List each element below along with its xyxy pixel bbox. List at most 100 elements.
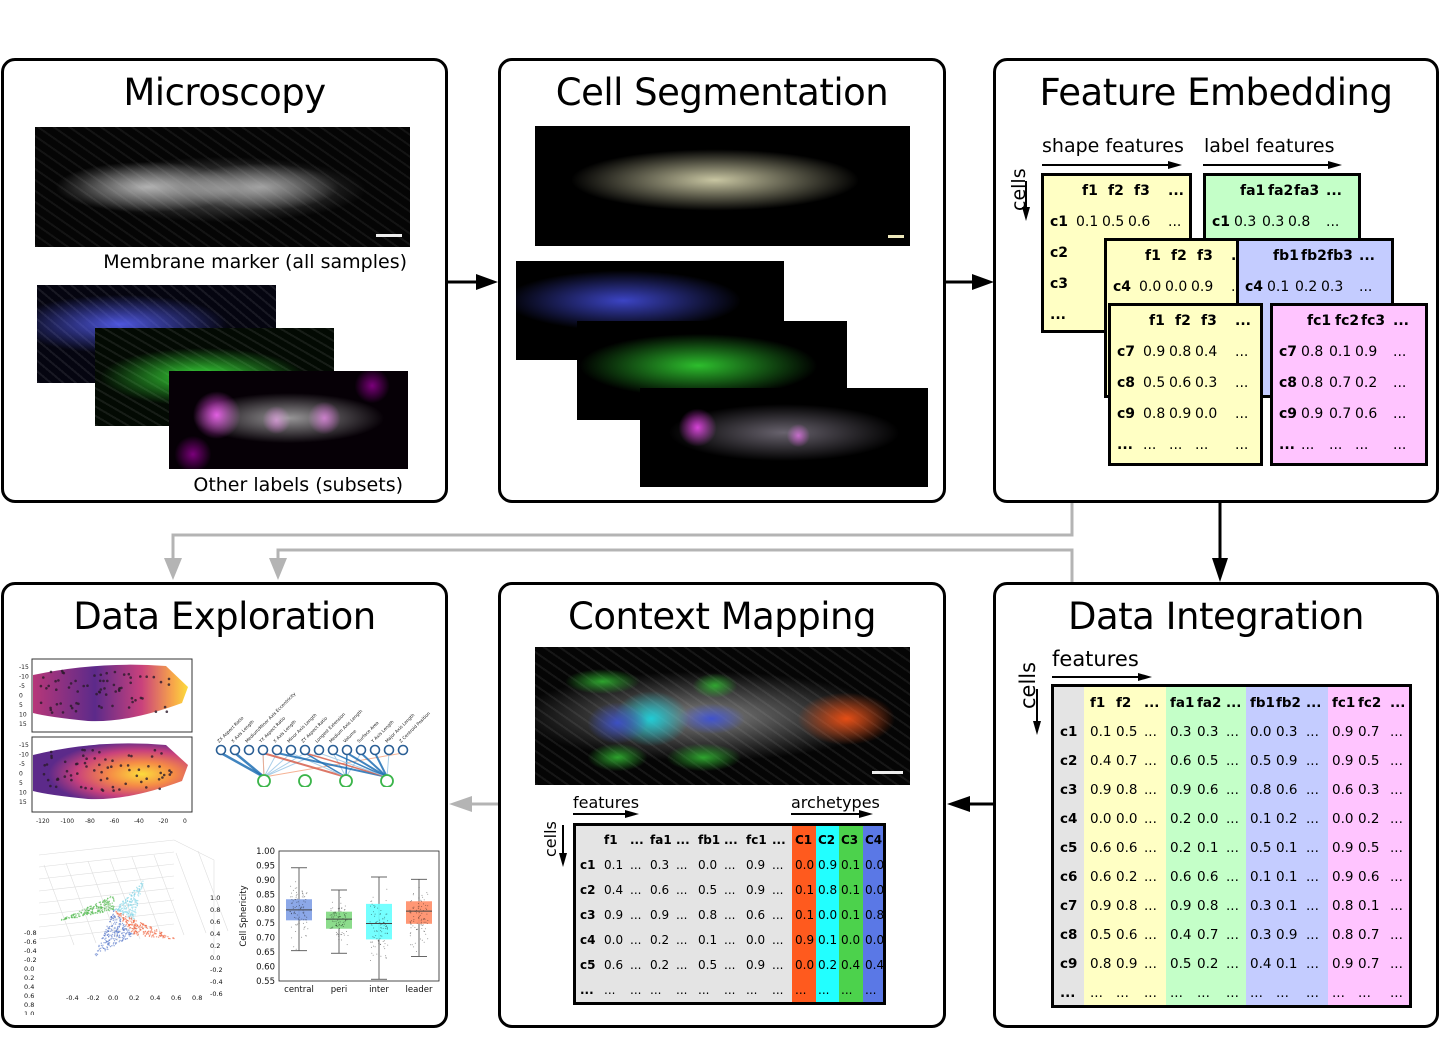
cell-dot — [100, 706, 103, 709]
scatter-point-cyan — [131, 906, 134, 908]
jitter-point — [371, 924, 373, 926]
jitter-point — [330, 908, 332, 909]
scatter-point-red — [145, 927, 147, 929]
z-tick-label: -0.6 — [210, 990, 223, 998]
scatter-point-green — [80, 912, 83, 914]
feature-node — [397, 744, 409, 756]
table-cell: 0.6 — [1090, 840, 1112, 856]
z-tick-label: 1.0 — [210, 894, 220, 902]
scatter-point-cyan — [125, 901, 127, 904]
jitter-point — [369, 921, 371, 923]
scatter-point-cyan — [135, 906, 137, 908]
jitter-point — [294, 913, 296, 915]
jitter-point — [338, 913, 340, 915]
jitter-point — [376, 953, 378, 955]
scatter-point-green — [100, 903, 102, 906]
jitter-point — [335, 931, 337, 933]
scatter-point-green — [106, 897, 109, 900]
scatter-point-red — [126, 919, 128, 922]
scatter-point-cyan — [134, 903, 136, 905]
table-cell: ... — [1306, 753, 1319, 769]
jitter-point — [301, 918, 303, 920]
jitter-point — [371, 941, 373, 943]
scatter-point-blue — [103, 942, 105, 944]
jitter-point — [418, 911, 420, 913]
scatter-point-blue — [112, 917, 114, 919]
jitter-point — [344, 921, 346, 923]
cell-dot — [160, 752, 163, 755]
cell-dot — [93, 674, 96, 677]
jitter-point — [297, 923, 299, 925]
table-cell: 0.0 — [1332, 811, 1354, 827]
scatter-point-blue — [110, 930, 112, 932]
table-cell: 0.6 — [1358, 869, 1380, 885]
jitter-point — [423, 903, 424, 905]
cell-dot — [99, 778, 103, 782]
scatter-point-red — [128, 916, 131, 919]
table-cell: ... — [1306, 956, 1319, 972]
scatter-point-blue — [112, 943, 115, 945]
scatter-point-cyan — [131, 899, 134, 902]
jitter-point — [383, 946, 385, 948]
scatter-point-green — [70, 916, 73, 919]
jitter-point — [303, 928, 305, 930]
y-tick-label: 0.2 — [24, 974, 34, 982]
scatter-point-blue — [128, 931, 131, 933]
cell-dot — [79, 785, 83, 789]
arrow-integration-to-exploration — [269, 548, 1074, 582]
jitter-point — [296, 924, 298, 926]
jitter-point — [303, 906, 305, 908]
scatter-point-red — [135, 920, 137, 922]
scatter-point-red — [137, 932, 139, 934]
row-header: c1 — [1212, 214, 1231, 230]
jitter-point — [370, 960, 371, 961]
column-header: ... — [1359, 248, 1375, 264]
table-cell: ... — [724, 883, 736, 897]
scatter-point-red — [146, 931, 149, 933]
jitter-point — [338, 935, 340, 937]
row-header: c1 — [1050, 214, 1069, 230]
y-tick-label: 1.00 — [256, 847, 275, 857]
y-tick-label: 1.0 — [24, 1010, 34, 1015]
scatter-point-blue — [110, 938, 112, 940]
scatter-point-cyan — [128, 904, 130, 906]
scatter-point-red — [138, 926, 140, 929]
table-cell: ... — [1390, 782, 1403, 798]
cell-dot — [82, 684, 85, 688]
scatter-point-red — [118, 914, 121, 916]
scatter-point-blue — [114, 923, 117, 925]
jitter-point — [379, 913, 381, 914]
table-cell: ... — [1144, 985, 1157, 1001]
scatter-point-green — [61, 918, 63, 921]
jitter-point — [383, 918, 385, 920]
jitter-point — [304, 915, 306, 917]
jitter-point — [337, 919, 338, 921]
scatter-point-green — [100, 909, 103, 912]
jitter-point — [377, 939, 379, 941]
jitter-point — [381, 923, 383, 925]
cell-dot — [83, 748, 86, 752]
scatter-point-blue — [100, 942, 103, 944]
scatter-point-red — [159, 931, 161, 933]
jitter-point — [344, 916, 346, 918]
cell-dot — [111, 785, 115, 789]
feature-node — [299, 744, 311, 756]
network-edge — [262, 752, 265, 778]
scatter-point-cyan — [125, 900, 127, 902]
row-header: c7 — [1279, 344, 1298, 360]
scatter-point-blue — [112, 931, 114, 933]
network-edge — [234, 752, 265, 778]
table-cell: ... — [772, 983, 784, 997]
table-cell: 0.9 — [1332, 840, 1354, 856]
table-cell: 0.1 — [841, 858, 861, 872]
jitter-point — [378, 942, 380, 944]
table-cell: ... — [772, 933, 784, 947]
jitter-point — [386, 888, 388, 890]
x-tick-label: 0.4 — [150, 994, 160, 1002]
table-cell: 0.8 — [1090, 956, 1112, 972]
panel-title: Data Exploration — [73, 595, 376, 638]
table-cell: 0.3 — [1321, 279, 1344, 295]
cell-dot — [99, 688, 103, 691]
scatter-point-red — [155, 933, 157, 935]
scatter-point-blue — [118, 917, 121, 919]
